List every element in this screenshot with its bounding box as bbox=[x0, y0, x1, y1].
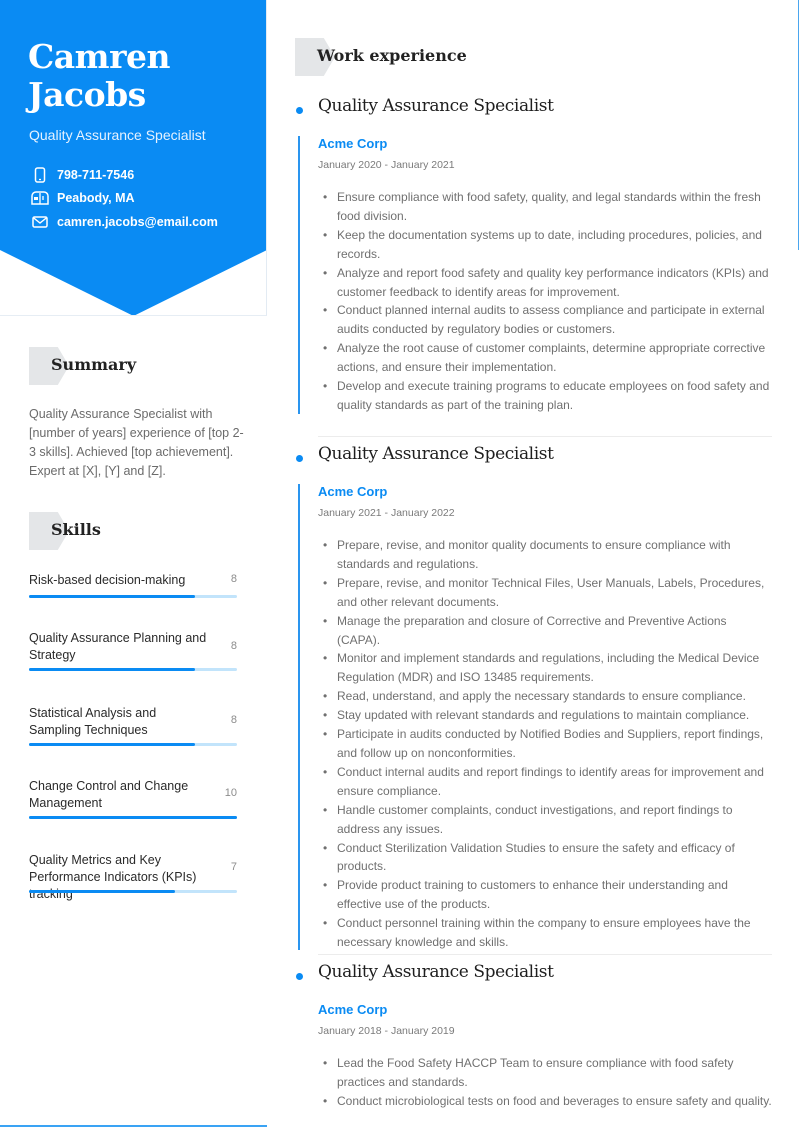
phone-icon bbox=[31, 167, 49, 183]
contact-email-text: camren.jacobs@email.com bbox=[57, 215, 218, 229]
skill-item: Quality Metrics and Key Performance Indi… bbox=[29, 852, 237, 903]
contact-phone-text: 798-711-7546 bbox=[57, 168, 135, 182]
skills-heading: Skills bbox=[29, 512, 229, 550]
skill-level-value: 10 bbox=[224, 787, 237, 799]
timeline-line bbox=[298, 136, 300, 414]
responsibility-item: Conduct Sterilization Validation Studies… bbox=[323, 839, 772, 877]
skill-level-fill bbox=[29, 816, 237, 819]
summary-heading-label: Summary bbox=[51, 355, 137, 374]
skill-level-bar bbox=[29, 816, 237, 819]
contact-location: Peabody, MA bbox=[31, 188, 261, 208]
responsibility-item: Handle customer complaints, conduct inve… bbox=[323, 801, 772, 839]
timeline-line bbox=[298, 484, 300, 950]
envelope-icon bbox=[31, 214, 49, 230]
timeline-dot bbox=[296, 973, 303, 980]
responsibility-item: Participate in audits conducted by Notif… bbox=[323, 725, 772, 763]
responsibility-item: Analyze the root cause of customer compl… bbox=[323, 339, 772, 377]
mailbox-icon bbox=[31, 190, 49, 206]
responsibility-item: Conduct planned internal audits to asses… bbox=[323, 301, 772, 339]
responsibility-item: Conduct microbiological tests on food an… bbox=[323, 1092, 772, 1111]
name-last: Jacobs bbox=[28, 75, 146, 114]
skill-level-fill bbox=[29, 890, 175, 893]
contact-phone[interactable]: 798-711-7546 bbox=[31, 165, 261, 185]
summary-text: Quality Assurance Specialist with [numbe… bbox=[29, 407, 244, 478]
job-company: Acme Corp bbox=[318, 1002, 388, 1017]
skill-level-fill bbox=[29, 595, 196, 598]
job-dates: January 2018 - January 2019 bbox=[318, 1025, 455, 1037]
skill-name: Statistical Analysis and Sampling Techni… bbox=[29, 706, 157, 737]
timeline-dot bbox=[296, 455, 303, 462]
skill-level-bar bbox=[29, 668, 237, 671]
job-title: Quality Assurance Specialist bbox=[318, 962, 554, 982]
skill-item: Risk-based decision-making 8 bbox=[29, 572, 237, 598]
skill-name: Risk-based decision-making bbox=[29, 573, 186, 587]
job-title: Quality Assurance Specialist bbox=[318, 96, 554, 116]
work-experience-heading-label: Work experience bbox=[317, 46, 467, 65]
bottom-accent-line bbox=[0, 1125, 267, 1127]
work-experience-heading: Work experience bbox=[295, 38, 555, 76]
responsibility-item: Lead the Food Safety HACCP Team to ensur… bbox=[323, 1054, 772, 1092]
skill-level-value: 8 bbox=[230, 640, 237, 652]
job-responsibilities: Prepare, revise, and monitor quality doc… bbox=[323, 536, 772, 952]
candidate-name: Camren Jacobs bbox=[28, 38, 258, 114]
skill-level-bar bbox=[29, 595, 237, 598]
skill-name: Change Control and Change Management bbox=[29, 779, 189, 810]
summary-heading: Summary bbox=[29, 347, 229, 385]
skill-name: Quality Metrics and Key Performance Indi… bbox=[29, 853, 197, 901]
job-dates: January 2021 - January 2022 bbox=[318, 507, 455, 519]
responsibility-item: Develop and execute training programs to… bbox=[323, 377, 772, 415]
skills-heading-label: Skills bbox=[51, 520, 101, 539]
skill-item: Statistical Analysis and Sampling Techni… bbox=[29, 705, 237, 746]
responsibility-item: Read, understand, and apply the necessar… bbox=[323, 687, 772, 706]
responsibility-item: Ensure compliance with food safety, qual… bbox=[323, 188, 772, 226]
responsibility-item: Prepare, revise, and monitor Technical F… bbox=[323, 574, 772, 612]
responsibility-item: Stay updated with relevant standards and… bbox=[323, 706, 772, 725]
responsibility-item: Prepare, revise, and monitor quality doc… bbox=[323, 536, 772, 574]
skill-level-fill bbox=[29, 743, 196, 746]
job-dates: January 2020 - January 2021 bbox=[318, 159, 455, 171]
responsibility-item: Monitor and implement standards and regu… bbox=[323, 649, 772, 687]
responsibility-item: Conduct internal audits and report findi… bbox=[323, 763, 772, 801]
responsibility-item: Analyze and report food safety and quali… bbox=[323, 264, 772, 302]
contact-location-text: Peabody, MA bbox=[57, 191, 135, 205]
job-company: Acme Corp bbox=[318, 484, 388, 499]
skill-level-value: 7 bbox=[230, 861, 237, 873]
left-sidebar: Camren Jacobs Quality Assurance Speciali… bbox=[0, 0, 267, 1128]
job-company: Acme Corp bbox=[318, 136, 388, 151]
skill-level-value: 8 bbox=[230, 714, 237, 726]
right-edge-accent-line bbox=[798, 0, 799, 250]
job-responsibilities: Ensure compliance with food safety, qual… bbox=[323, 188, 772, 415]
candidate-role: Quality Assurance Specialist bbox=[29, 127, 206, 143]
skill-name: Quality Assurance Planning and Strategy bbox=[29, 631, 207, 662]
responsibility-item: Conduct personnel training within the co… bbox=[323, 914, 772, 952]
skill-level-value: 8 bbox=[230, 573, 237, 585]
responsibility-item: Provide product training to customers to… bbox=[323, 876, 772, 914]
responsibility-item: Keep the documentation systems up to dat… bbox=[323, 226, 772, 264]
skill-level-bar bbox=[29, 743, 237, 746]
name-first: Camren bbox=[28, 37, 170, 76]
responsibility-item: Manage the preparation and closure of Co… bbox=[323, 612, 772, 650]
skill-item: Quality Assurance Planning and Strategy 8 bbox=[29, 630, 237, 671]
skill-item: Change Control and Change Management 10 bbox=[29, 778, 237, 819]
job-title: Quality Assurance Specialist bbox=[318, 444, 554, 464]
job-separator bbox=[318, 436, 772, 437]
timeline-dot bbox=[296, 107, 303, 114]
job-separator bbox=[318, 954, 772, 955]
contact-email[interactable]: camren.jacobs@email.com bbox=[31, 212, 261, 232]
job-responsibilities: Lead the Food Safety HACCP Team to ensur… bbox=[323, 1054, 772, 1111]
skill-level-bar bbox=[29, 890, 237, 893]
skill-level-fill bbox=[29, 668, 196, 671]
